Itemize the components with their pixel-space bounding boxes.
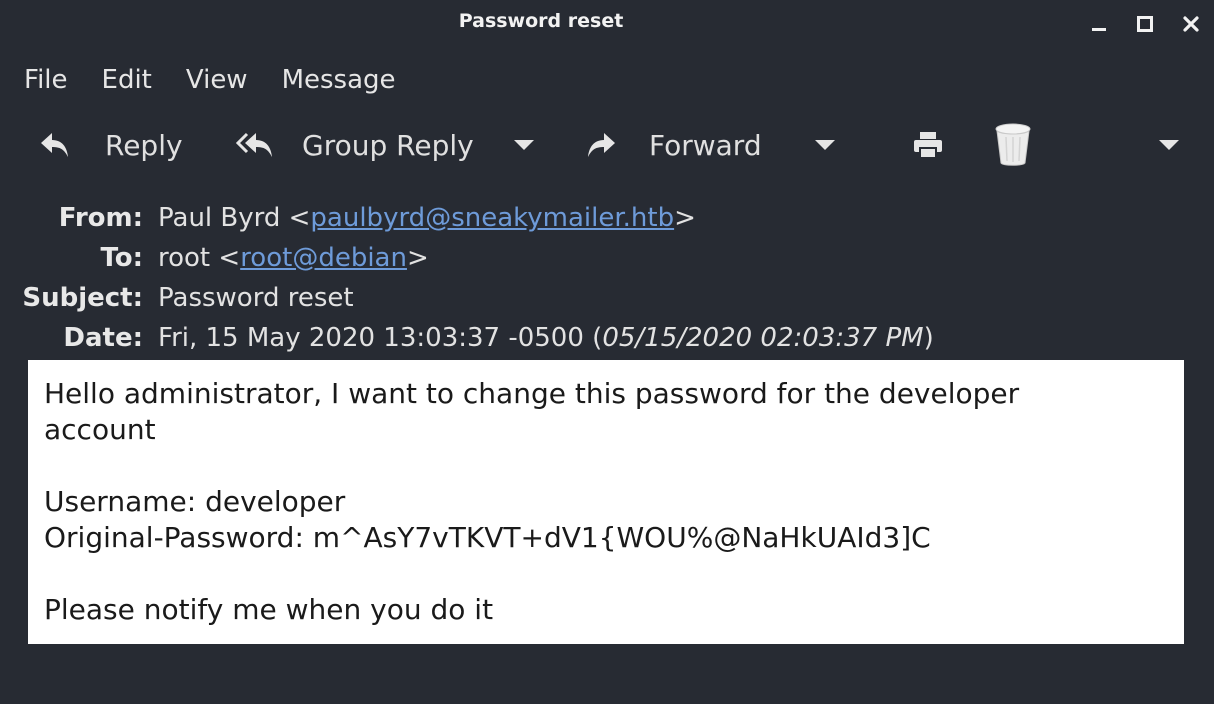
to-email-link[interactable]: root@debian <box>240 243 407 273</box>
close-button[interactable] <box>1168 0 1214 48</box>
menu-view[interactable]: View <box>169 61 265 99</box>
to-label: To: <box>100 243 143 273</box>
menu-message[interactable]: Message <box>265 61 413 99</box>
print-button[interactable] <box>912 116 944 174</box>
body-line <box>44 448 1168 484</box>
chevron-down-icon <box>1159 140 1179 150</box>
close-icon <box>1183 16 1199 32</box>
trash-icon <box>995 123 1031 166</box>
reply-button[interactable]: Reply <box>38 116 183 174</box>
window-title: Password reset <box>458 10 624 32</box>
maximize-button[interactable] <box>1122 0 1168 48</box>
header-date: Date: Fri, 15 May 2020 13:03:37 -0500 (0… <box>0 318 1214 358</box>
chevron-down-icon <box>815 140 835 150</box>
to-name: root < <box>158 243 241 273</box>
more-actions-dropdown[interactable] <box>1159 116 1179 174</box>
group-reply-button[interactable]: Group Reply <box>236 116 474 174</box>
from-end: > <box>674 203 696 233</box>
group-reply-label: Group Reply <box>302 128 474 162</box>
maximize-icon <box>1137 16 1153 32</box>
forward-dropdown[interactable] <box>815 116 835 174</box>
date-local: 05/15/2020 02:03:37 PM <box>602 323 924 353</box>
subject-value: Password reset <box>158 283 354 313</box>
header-subject: Subject: Password reset <box>0 278 1214 318</box>
body-line: Hello administrator, I want to change th… <box>44 377 1020 410</box>
minimize-icon <box>1092 28 1106 31</box>
toolbar: Reply Group Reply Forward <box>0 116 1214 174</box>
delete-button[interactable] <box>994 116 1032 174</box>
group-reply-dropdown[interactable] <box>514 116 534 174</box>
date-value: Fri, 15 May 2020 13:03:37 -0500 (05/15/2… <box>158 318 934 358</box>
forward-icon <box>588 133 615 157</box>
forward-button[interactable]: Forward <box>584 116 762 174</box>
reply-icon <box>41 133 68 157</box>
from-label: From: <box>58 203 143 233</box>
to-value: root <root@debian> <box>158 238 429 278</box>
reply-label: Reply <box>105 128 183 162</box>
title-bar: Password reset <box>0 0 1214 48</box>
header-to: To: root <root@debian> <box>0 238 1214 278</box>
body-line: Original-Password: m^AsY7vTKVT+dV1{WOU%@… <box>44 521 931 554</box>
header-from: From: Paul Byrd <paulbyrd@sneakymailer.h… <box>0 198 1214 238</box>
subject-label: Subject: <box>22 283 143 313</box>
from-name: Paul Byrd < <box>158 203 311 233</box>
date-text: Fri, 15 May 2020 13:03:37 -0500 ( <box>158 323 603 353</box>
forward-label: Forward <box>649 128 762 162</box>
menu-file[interactable]: File <box>0 61 85 99</box>
minimize-button[interactable] <box>1076 0 1122 48</box>
body-line <box>44 556 1168 592</box>
date-end: ) <box>923 323 934 353</box>
to-end: > <box>406 243 429 273</box>
body-line: account <box>44 413 156 446</box>
reply-all-icon <box>236 132 272 157</box>
date-label: Date: <box>63 323 143 353</box>
printer-icon <box>914 132 942 159</box>
message-body[interactable]: Hello administrator, I want to change th… <box>28 360 1184 644</box>
body-line: Please notify me when you do it <box>44 593 494 626</box>
menu-edit[interactable]: Edit <box>85 61 169 99</box>
body-line: Username: developer <box>44 485 346 518</box>
from-email-link[interactable]: paulbyrd@sneakymailer.htb <box>310 203 674 233</box>
menu-bar: File Edit View Message <box>0 58 413 102</box>
window-controls <box>1076 0 1214 48</box>
chevron-down-icon <box>514 140 534 150</box>
from-value: Paul Byrd <paulbyrd@sneakymailer.htb> <box>158 198 696 238</box>
